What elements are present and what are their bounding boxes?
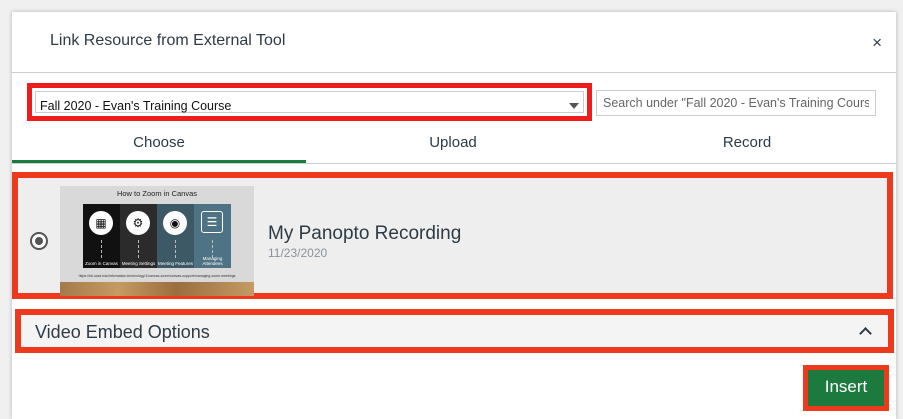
panel-label: Zoom in Canvas: [85, 261, 118, 266]
dashed-line: [101, 240, 102, 258]
caret-down-icon: [569, 103, 579, 109]
thumbnail-title: How to Zoom in Canvas: [116, 189, 198, 198]
close-icon[interactable]: ×: [872, 34, 882, 51]
tab-record[interactable]: Record: [600, 127, 894, 163]
thumbnail-panel: ☰ Managing Attendees: [194, 204, 231, 268]
tab-upload[interactable]: Upload: [306, 127, 600, 163]
video-embed-options-toggle[interactable]: Video Embed Options: [15, 309, 894, 353]
checklist-icon: ☰: [201, 211, 223, 233]
easel-icon: ▦: [89, 211, 113, 235]
thumbnail-panel: ⚙ Meeting Settings: [120, 204, 157, 268]
tab-bar: Choose Upload Record: [12, 127, 896, 164]
thumbnail-panel: ▦ Zoom in Canvas: [83, 204, 120, 268]
recording-title: My Panopto Recording: [268, 223, 462, 244]
dashed-line: [175, 240, 176, 258]
folder-select[interactable]: Fall 2020 - Evan's Training Course: [27, 83, 592, 121]
thumbnail-panel: ◉ Meeting Features: [157, 204, 194, 268]
folder-select-field[interactable]: Fall 2020 - Evan's Training Course: [35, 91, 584, 113]
folder-select-value: Fall 2020 - Evan's Training Course: [40, 99, 232, 113]
search-input[interactable]: [596, 90, 876, 116]
insert-button[interactable]: Insert: [803, 365, 889, 411]
recording-radio[interactable]: [30, 232, 48, 250]
recording-thumbnail: How to Zoom in Canvas ▦ Zoom in Canvas ⚙…: [60, 186, 254, 296]
dashed-line: [138, 240, 139, 258]
recording-list-item[interactable]: How to Zoom in Canvas ▦ Zoom in Canvas ⚙…: [12, 172, 893, 299]
chevron-up-icon[interactable]: [859, 327, 872, 340]
thumbnail-floor: [60, 282, 254, 296]
panel-label: Meeting Features: [157, 261, 194, 266]
recording-date: 11/23/2020: [268, 246, 328, 260]
tab-choose[interactable]: Choose: [12, 127, 306, 163]
thumbnail-url: https://kb.ucsd.edu/information-technolo…: [78, 274, 236, 278]
gears-icon: ⚙: [126, 211, 150, 235]
panel-label: Meeting Settings: [121, 261, 156, 266]
video-embed-options-label: Video Embed Options: [35, 322, 210, 342]
dialog-title: Link Resource from External Tool: [50, 32, 286, 49]
video-camera-icon: ◉: [163, 211, 187, 235]
link-resource-dialog: Link Resource from External Tool × Fall …: [12, 12, 896, 419]
panel-label: Managing Attendees: [202, 256, 223, 266]
dialog-header: Link Resource from External Tool ×: [12, 12, 896, 73]
